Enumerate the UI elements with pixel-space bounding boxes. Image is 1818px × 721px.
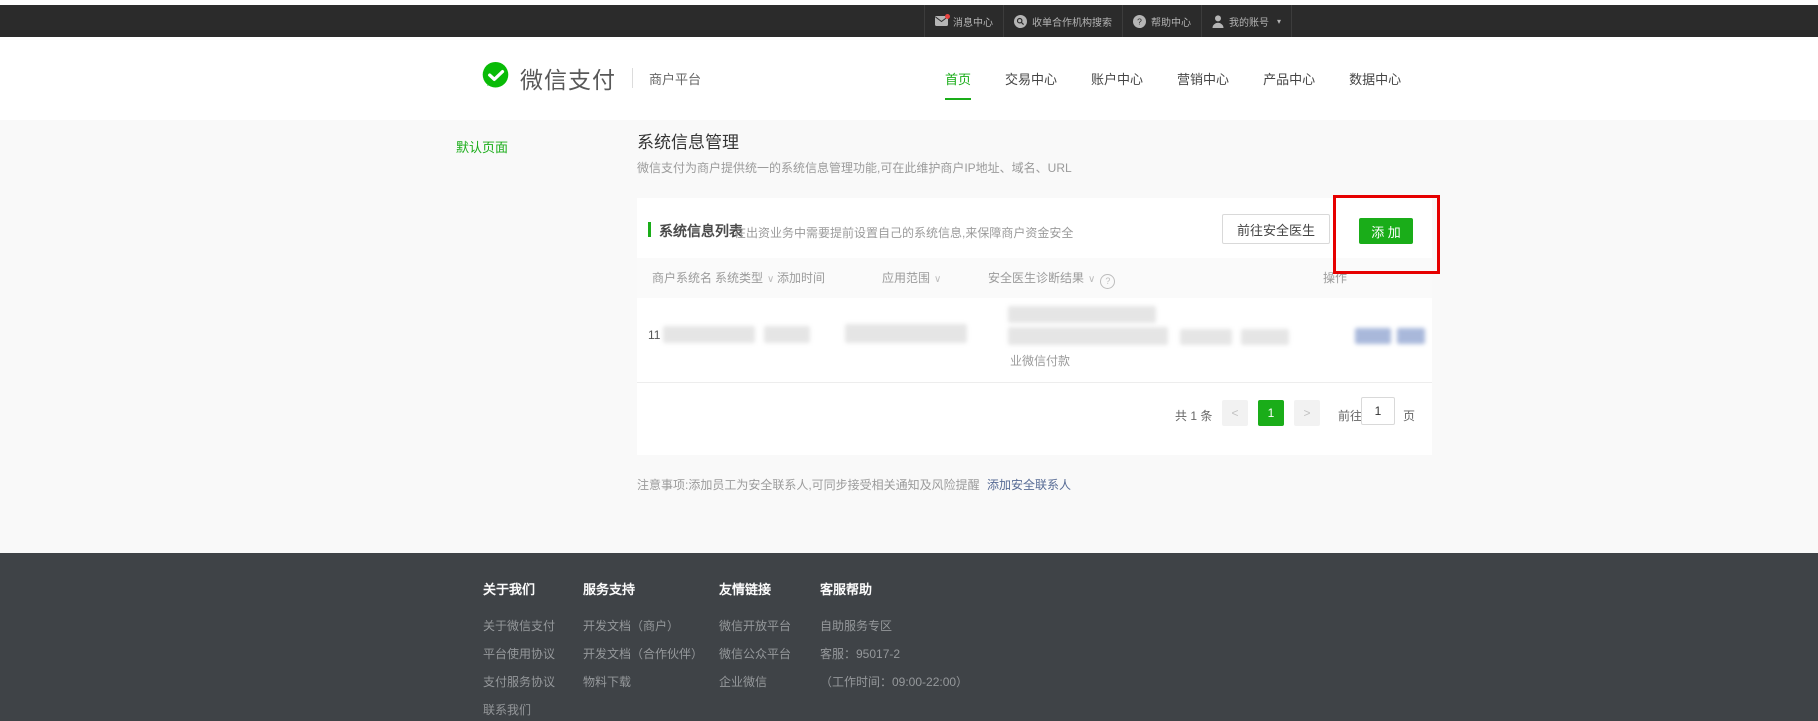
chevron-down-icon: ▾ [1277,17,1281,26]
nav-item-home[interactable]: 首页 [945,63,971,94]
topbar-item-acquirer-search[interactable]: 收单合作机构搜索 [1004,5,1123,37]
redacted-cell [663,326,755,343]
topbar-item-my-account[interactable]: 我的账号 ▾ [1202,5,1292,37]
main-nav: 首页 交易中心 账户中心 营销中心 产品中心 数据中心 [945,37,1401,120]
pagination-prev-button[interactable]: < [1222,400,1248,426]
col-header-system-type[interactable]: 系统类型∨ [715,258,774,298]
footer-link[interactable]: 联系我们 [483,696,555,721]
footer-link[interactable]: 微信开放平台 [719,612,791,640]
footer-link[interactable]: 支付服务协议 [483,668,555,696]
footer-link[interactable]: 开发文档（商户） [583,612,703,640]
pagination-total: 共 1 条 [1175,407,1212,424]
redacted-cell [1241,329,1289,345]
add-button[interactable]: 添 加 [1359,218,1413,244]
nav-item-data-center[interactable]: 数据中心 [1349,63,1401,94]
chevron-down-icon: ∨ [767,274,774,285]
footer-link[interactable]: 关于微信支付 [483,612,555,640]
add-security-contact-link[interactable]: 添加安全联系人 [987,478,1071,492]
goto-page-label: 前往 [1338,407,1362,424]
chevron-down-icon: ∨ [1088,274,1095,285]
scope-cell-text: 业微信付款 [1010,352,1070,369]
footer-col-support: 服务支持 开发文档（商户） 开发文档（合作伙伴） 物料下载 [583,579,703,696]
footer-col-service: 客服帮助 自助服务专区 客服：95017-2 （工作时间：09:00-22:00… [820,579,968,696]
notice-line: 注意事项:添加员工为安全联系人,可同步接受相关通知及风险提醒 添加安全联系人 [637,476,1071,493]
notice-text: 注意事项:添加员工为安全联系人,可同步接受相关通知及风险提醒 [637,478,980,492]
nav-item-marketing-center[interactable]: 营销中心 [1177,63,1229,94]
goto-page-input[interactable] [1361,397,1395,425]
footer-link[interactable]: 物料下载 [583,668,703,696]
footer-col-about: 关于我们 关于微信支付 平台使用协议 支付服务协议 联系我们 [483,579,555,721]
platform-name: 商户平台 [649,69,701,88]
brand-logo-group[interactable]: 微信支付 商户平台 [480,59,701,97]
nav-item-transaction-center[interactable]: 交易中心 [1005,63,1057,94]
footer-link[interactable]: 自助服务专区 [820,612,968,640]
question-circle-icon: ? [1133,15,1146,28]
topbar-item-label: 帮助中心 [1151,14,1191,29]
page-title: 系统信息管理 [637,128,739,153]
security-doctor-button[interactable]: 前往安全医生 [1222,214,1330,244]
site-header: 微信支付 商户平台 首页 交易中心 账户中心 营销中心 产品中心 数据中心 [0,37,1818,120]
redacted-cell [1180,329,1232,345]
topbar-item-label: 消息中心 [953,14,993,29]
sidebar-item-default-page[interactable]: 默认页面 [456,137,508,156]
topbar-item-help-center[interactable]: ? 帮助中心 [1123,5,1202,37]
col-header-actions: 操作 [1323,258,1347,298]
list-title: 系统信息列表 [659,221,743,241]
help-icon[interactable]: ? [1100,274,1115,289]
footer-link[interactable]: 平台使用协议 [483,640,555,668]
col-header-add-time: 添加时间 [777,258,825,298]
redacted-cell [764,326,810,343]
nav-item-account-center[interactable]: 账户中心 [1091,63,1143,94]
wechat-pay-merchant-page: 消息中心 收单合作机构搜索 ? 帮助中心 我的账号 ▾ [0,0,1818,721]
topbar-item-label: 我的账号 [1229,14,1269,29]
redacted-cell [1008,327,1168,345]
footer-col-title: 关于我们 [483,579,555,598]
content-area: 默认页面 系统信息管理 微信支付为商户提供统一的系统信息管理功能,可在此维护商户… [0,120,1818,553]
search-circle-icon [1014,15,1027,28]
system-name-cell: 11 [648,328,660,342]
col-header-diagnosis[interactable]: 安全医生诊断结果∨? [988,258,1115,298]
user-icon [1212,15,1224,28]
pagination: 共 1 条 < 1 > 前往 页 [637,393,1432,443]
site-footer: 关于我们 关于微信支付 平台使用协议 支付服务协议 联系我们 服务支持 开发文档… [0,553,1818,721]
footer-link[interactable]: 开发文档（合作伙伴） [583,640,703,668]
footer-col-links: 友情链接 微信开放平台 微信公众平台 企业微信 [719,579,791,696]
topbar-menu: 消息中心 收单合作机构搜索 ? 帮助中心 我的账号 ▾ [924,5,1292,37]
wechat-pay-logo-icon [480,60,511,96]
nav-item-product-center[interactable]: 产品中心 [1263,63,1315,94]
system-info-panel: 系统信息列表 在出资业务中需要提前设置自己的系统信息,来保障商户资金安全 前往安… [637,198,1432,455]
brand-divider [632,68,633,88]
col-header-scope[interactable]: 应用范围∨ [882,258,941,298]
unread-badge [945,14,950,19]
topbar-item-messages[interactable]: 消息中心 [924,5,1004,37]
col-header-system-name: 商户系统名 [652,258,712,298]
page-description: 微信支付为商户提供统一的系统信息管理功能,可在此维护商户IP地址、域名、URL [637,159,1072,176]
footer-service-phone: 客服：95017-2 [820,640,968,668]
chevron-down-icon: ∨ [934,274,941,285]
footer-col-title: 服务支持 [583,579,703,598]
topbar: 消息中心 收单合作机构搜索 ? 帮助中心 我的账号 ▾ [0,5,1818,37]
goto-page-unit: 页 [1403,407,1415,424]
section-accent-bar [648,222,651,237]
footer-service-hours: （工作时间：09:00-22:00） [820,668,968,696]
redacted-cell [1008,306,1156,323]
table-header-row: 商户系统名 系统类型∨ 添加时间 应用范围∨ 安全医生诊断结果∨? 操作 [637,258,1432,298]
redacted-cell [845,324,967,343]
footer-link[interactable]: 微信公众平台 [719,640,791,668]
list-hint: 在出资业务中需要提前设置自己的系统信息,来保障商户资金安全 [734,224,1073,241]
pagination-page-1-button[interactable]: 1 [1258,400,1284,426]
footer-col-title: 友情链接 [719,579,791,598]
brand-name: 微信支付 [520,61,616,95]
svg-text:?: ? [1137,16,1142,26]
mail-icon [935,16,948,26]
table-row: 11 业微信付款 [637,298,1432,383]
pagination-next-button[interactable]: > [1294,400,1320,426]
redacted-action-link[interactable] [1355,328,1391,344]
redacted-action-link[interactable] [1397,328,1425,344]
footer-link[interactable]: 企业微信 [719,668,791,696]
topbar-item-label: 收单合作机构搜索 [1032,14,1112,29]
footer-col-title: 客服帮助 [820,579,968,598]
